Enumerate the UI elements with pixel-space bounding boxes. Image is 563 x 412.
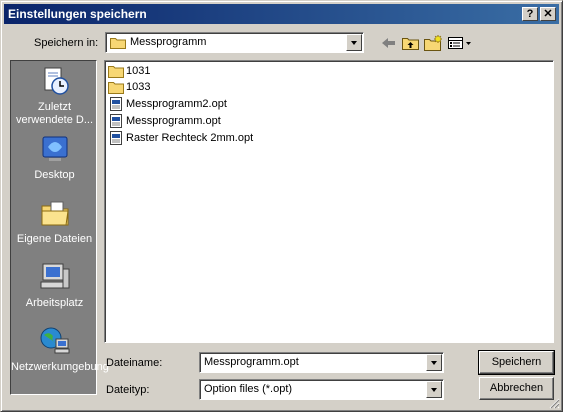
file-name: 1033: [126, 81, 151, 93]
place-my-computer[interactable]: Arbeitsplatz: [11, 261, 98, 310]
place-my-documents[interactable]: Eigene Dateien: [11, 197, 98, 246]
place-desktop-label: Desktop: [34, 169, 75, 181]
resize-grip-icon[interactable]: [548, 397, 560, 409]
filetype-label: Dateityp:: [106, 384, 150, 396]
document-icon: [110, 114, 122, 128]
save-in-label: Speichern in:: [34, 37, 99, 49]
back-arrow-icon[interactable]: [379, 34, 399, 52]
filetype-select[interactable]: Option files (*.opt): [199, 379, 444, 400]
file-name: Raster Rechteck 2mm.opt: [126, 132, 254, 144]
filetype-dropdown-button[interactable]: [426, 381, 442, 398]
cancel-button[interactable]: Abbrechen: [479, 377, 554, 400]
file-name: Messprogramm2.opt: [126, 98, 227, 110]
file-list[interactable]: 1031 1033 Messprogramm2.opt Messprogramm…: [104, 60, 554, 343]
close-button[interactable]: ✕: [540, 7, 556, 21]
desktop-icon: [42, 136, 67, 161]
place-network-label: Netzwerkumgebung: [11, 361, 109, 373]
up-folder-icon[interactable]: [401, 34, 421, 52]
filetype-value: Option files (*.opt): [204, 383, 293, 395]
places-bar: Zuletzt verwendete D... Desktop Eigene D…: [10, 60, 109, 395]
folder-icon: [108, 82, 124, 94]
save-dialog: Einstellungen speichern ? ✕ Speichern in…: [0, 0, 563, 412]
filename-value: Messprogramm.opt: [204, 356, 299, 368]
place-my-documents-label: Eigene Dateien: [16, 233, 93, 245]
file-name: 1031: [126, 65, 151, 77]
save-in-dropdown-button[interactable]: [346, 34, 362, 51]
my-computer-icon: [40, 263, 69, 289]
filename-label: Dateiname:: [106, 357, 163, 369]
folder-icon: [110, 38, 126, 49]
recent-documents-icon: [44, 67, 69, 95]
window-title: Einstellungen speichern: [8, 7, 147, 21]
place-my-computer-label: Arbeitsplatz: [25, 297, 84, 309]
view-menu-icon[interactable]: [447, 34, 473, 52]
network-icon: [40, 327, 69, 354]
place-recent-label: Zuletzt verwendete D...: [15, 101, 94, 126]
place-desktop[interactable]: Desktop: [11, 133, 98, 182]
folder-icon: [108, 66, 124, 78]
place-network[interactable]: Netzwerkumgebung: [11, 325, 109, 374]
document-icon: [110, 97, 122, 111]
file-name: Messprogramm.opt: [126, 115, 221, 127]
place-recent[interactable]: Zuletzt verwendete D...: [11, 65, 98, 127]
save-in-combo[interactable]: Messprogramm: [105, 32, 364, 53]
save-in-value: Messprogramm: [130, 36, 207, 48]
my-documents-icon: [41, 201, 69, 226]
filename-dropdown-button[interactable]: [426, 354, 442, 371]
help-button[interactable]: ?: [522, 7, 538, 21]
title-bar[interactable]: Einstellungen speichern ? ✕: [4, 4, 559, 24]
new-folder-icon[interactable]: [423, 34, 443, 52]
save-button[interactable]: Speichern: [478, 350, 555, 375]
document-icon: [110, 131, 122, 145]
filename-field[interactable]: Messprogramm.opt: [199, 352, 444, 373]
